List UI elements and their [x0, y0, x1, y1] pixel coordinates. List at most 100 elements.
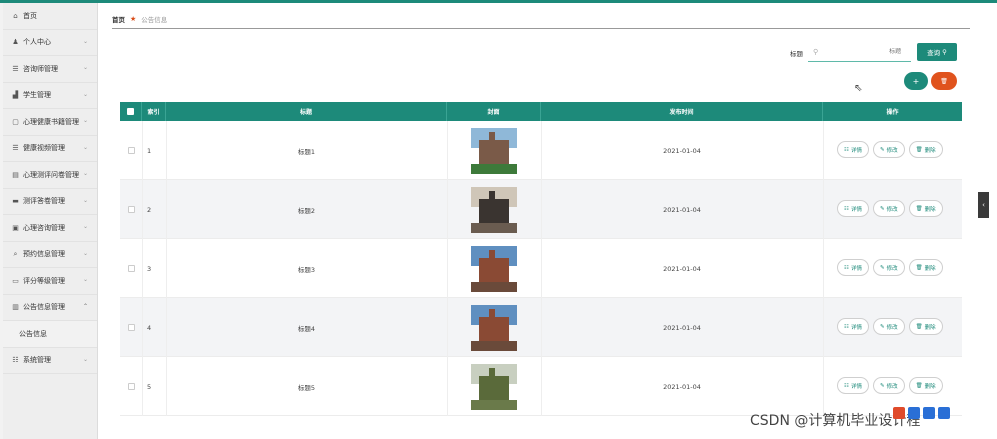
column-divider: [823, 357, 824, 416]
row-checkbox[interactable]: [127, 383, 135, 390]
sidebar-item-label: 公告信息管理: [23, 303, 65, 312]
sidebar-item-system[interactable]: ☷ 系统管理 ⌄: [3, 348, 97, 374]
row-select-cell: [120, 121, 142, 180]
search-icon: ⚲: [813, 47, 819, 56]
sidebar-item-questionnaires[interactable]: ▤ 心理测评问卷管理 ⌄: [3, 162, 97, 189]
book-icon: ▢: [12, 117, 19, 126]
sidebar-item-label: 心理咨询管理: [23, 223, 65, 232]
table-header: 索引 标题 封面 发布时间 操作: [120, 102, 962, 121]
list-icon: ☰: [12, 64, 19, 73]
sidebar-item-consultation[interactable]: ▣ 心理咨询管理 ⌄: [3, 215, 97, 242]
edit-button[interactable]: ✎ 修改: [872, 318, 905, 335]
delete-button[interactable]: 🗑 删除: [908, 377, 943, 394]
sidebar-item-appointments[interactable]: ⌕ 预约信息管理 ⌄: [3, 242, 97, 268]
row-checkbox[interactable]: [127, 147, 135, 154]
list-icon: ☰: [12, 144, 19, 153]
sidebar-item-students[interactable]: ▟ 学生管理 ⌄: [3, 83, 97, 109]
sidebar-item-counselors[interactable]: ☰ 咨询师管理 ⌄: [3, 56, 97, 83]
sidebar-item-label: 测评答卷管理: [23, 197, 65, 206]
chevron-down-icon: ⌄: [82, 223, 88, 230]
detail-icon: ☷: [844, 382, 849, 389]
sidebar-item-ratings[interactable]: ▭ 评分等级管理 ⌄: [3, 268, 97, 295]
edit-button[interactable]: ✎ 修改: [872, 259, 905, 276]
delete-button[interactable]: 🗑 删除: [908, 259, 943, 276]
detail-icon: ☷: [844, 205, 849, 212]
header-index: 索引: [142, 102, 166, 121]
chevron-left-icon[interactable]: ‹: [978, 192, 989, 218]
chevron-down-icon: ⌄: [82, 355, 88, 363]
edit-label: 修改: [886, 383, 898, 390]
row-index: 5: [147, 382, 152, 391]
cover-image: [471, 363, 517, 410]
delete-label: 删除: [924, 147, 936, 154]
delete-button[interactable]: 🗑 删除: [908, 318, 943, 335]
search-input[interactable]: [821, 48, 902, 55]
sidebar-item-home[interactable]: ⌂ 首页: [3, 3, 97, 30]
table-row: 2 标题2 2021-01-04 ☷ 详情 ✎ 修改 🗑 删除: [120, 180, 962, 239]
detail-icon: ☷: [844, 264, 849, 271]
row-select-cell: [120, 239, 142, 298]
sidebar-item-answers[interactable]: ▬ 测评答卷管理 ⌄: [3, 189, 97, 215]
edit-icon: ✎: [879, 323, 885, 330]
row-checkbox[interactable]: [127, 324, 135, 331]
detail-button[interactable]: ☷ 详情: [837, 259, 869, 276]
edit-icon: ✎: [879, 146, 885, 153]
detail-label: 详情: [850, 265, 862, 272]
sidebar-item-books[interactable]: ▢ 心理健康书籍管理 ⌄: [3, 109, 97, 136]
search-label: 标题: [790, 50, 803, 58]
detail-label: 详情: [850, 383, 862, 390]
edit-label: 修改: [886, 324, 898, 331]
sidebar-item-label: 首页: [23, 11, 37, 20]
chevron-down-icon: ⌄: [82, 64, 88, 71]
sidebar-item-label: 学生管理: [23, 91, 51, 100]
search-button-label: 查询: [927, 49, 941, 57]
delete-button[interactable]: 🗑 删除: [908, 200, 943, 217]
row-checkbox[interactable]: [127, 206, 135, 213]
delete-button[interactable]: 🗑 删除: [908, 141, 943, 158]
search-icon: ⚲: [942, 48, 947, 56]
edit-button[interactable]: ✎ 修改: [872, 200, 905, 217]
sidebar-subitem-announcement-info[interactable]: 公告信息: [3, 321, 97, 348]
row-cover-cell: [447, 357, 541, 416]
card-icon: ▭: [12, 276, 19, 285]
column-divider: [823, 121, 824, 180]
trash-icon: 🗑: [915, 146, 923, 153]
delete-selected-button[interactable]: 🗑: [931, 72, 957, 90]
detail-button[interactable]: ☷ 详情: [837, 200, 869, 217]
clipboard-icon: ▤: [12, 170, 19, 179]
edit-button[interactable]: ✎ 修改: [872, 377, 905, 394]
chevron-down-icon: ⌄: [82, 276, 88, 283]
detail-button[interactable]: ☷ 详情: [837, 377, 869, 394]
row-checkbox[interactable]: [127, 265, 135, 272]
row-date: 2021-01-04: [663, 323, 701, 332]
sidebar-item-label: 心理测评问卷管理: [23, 170, 79, 179]
row-cover-cell: [447, 121, 541, 180]
delete-label: 删除: [924, 206, 936, 213]
detail-label: 详情: [850, 147, 862, 154]
search-field[interactable]: ⚲: [808, 42, 911, 62]
detail-button[interactable]: ☷ 详情: [837, 141, 869, 158]
detail-button[interactable]: ☷ 详情: [837, 318, 869, 335]
monitor-icon: ▬: [12, 197, 19, 206]
select-all-checkbox[interactable]: [127, 108, 134, 115]
column-divider: [823, 180, 824, 239]
cover-image: [471, 245, 517, 292]
breadcrumb-home[interactable]: 首页: [112, 14, 125, 24]
search-button[interactable]: 查询 ⚲: [917, 43, 957, 61]
chevron-down-icon: ⌄: [82, 117, 88, 124]
column-divider: [823, 239, 824, 298]
sidebar-item-announcements[interactable]: ▥ 公告信息管理 ⌃: [3, 295, 97, 321]
add-button[interactable]: +: [904, 72, 928, 90]
delete-label: 删除: [924, 324, 936, 331]
row-index: 3: [147, 264, 152, 273]
edit-label: 修改: [886, 147, 898, 154]
select-all-cell: [120, 102, 142, 121]
chevron-down-icon: ⌄: [82, 37, 88, 45]
edit-button[interactable]: ✎ 修改: [872, 141, 905, 158]
star-icon: ★: [130, 14, 137, 23]
table-row: 1 标题1 2021-01-04 ☷ 详情 ✎ 修改 🗑 删除: [120, 121, 962, 180]
sidebar-item-videos[interactable]: ☰ 健康视频管理 ⌄: [3, 136, 97, 162]
row-date: 2021-01-04: [663, 205, 701, 214]
sidebar-item-profile[interactable]: ♟ 个人中心 ⌄: [3, 30, 97, 56]
breadcrumb-current: 公告信息: [141, 15, 168, 24]
